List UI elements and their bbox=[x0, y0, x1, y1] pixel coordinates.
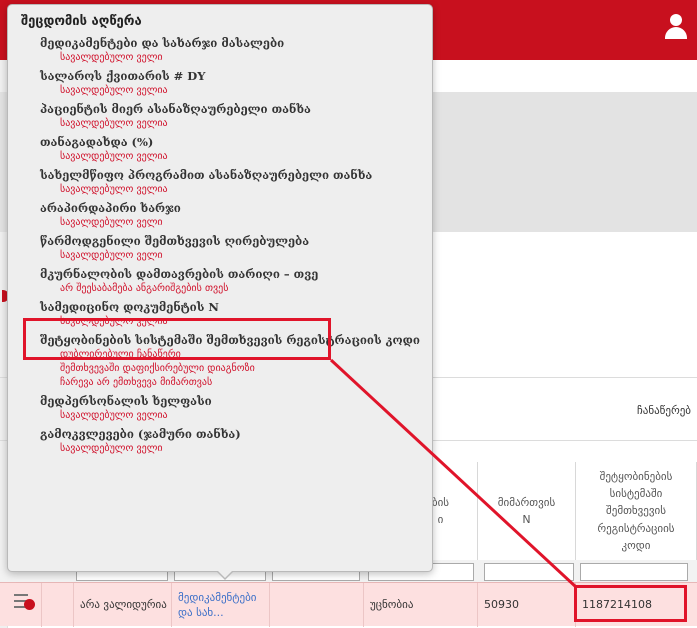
error-field-name: სახელმწიფო პროგრამით ასანაზღაურებელი თან… bbox=[40, 168, 373, 182]
status-cell: არა ვალიდურია bbox=[74, 583, 172, 627]
error-message: სავალდებულო ველი bbox=[60, 250, 163, 261]
error-list-icon[interactable] bbox=[14, 593, 36, 611]
row-actions-cell bbox=[0, 583, 42, 627]
error-item: სახელმწიფო პროგრამით ასანაზღაურებელი თან… bbox=[8, 164, 432, 197]
error-message: ჩარევა არ ემთხვევა მიმართვას bbox=[60, 377, 213, 388]
error-item: მედიკამენტები და სახარჯი მასალები სავალდე… bbox=[8, 32, 432, 65]
error-item: თანაგადახდა (%) სავალდებულო ველია bbox=[8, 131, 432, 164]
error-field-name: სამედიცინო დოკუმენტის N bbox=[40, 300, 219, 314]
medication-cell: მედიკამენტები და სახ... bbox=[172, 583, 270, 627]
error-field-name: გამოკვლევები (ჯამური თანხა) bbox=[40, 427, 241, 441]
header-label: შეტყობინების სისტემაში შემთხვევის რეგისტ… bbox=[597, 470, 675, 552]
error-field-name: პაციენტის მიერ ასანაზღაურებელი თანხა bbox=[40, 102, 311, 116]
highlight-box-reg-code bbox=[574, 585, 687, 622]
error-item: გამოკვლევები (ჯამური თანხა) სავალდებულო ვ… bbox=[8, 423, 432, 456]
error-message: არ შეესაბამება ანგარიშგების თვეს bbox=[60, 283, 229, 294]
error-field-name: წარმოდგენილი შემთხვევის ღირებულება bbox=[40, 234, 310, 248]
error-description-popover: შეცდომის აღწერა მედიკამენტები და სახარჯი… bbox=[7, 4, 433, 580]
error-message: სავალდებულო ველი bbox=[60, 443, 163, 454]
error-item: მედპერსონალის ხელფასი სავალდებულო ველია bbox=[8, 390, 432, 423]
error-message: სავალდებულო ველია bbox=[60, 410, 168, 421]
table-header-reg-code[interactable]: შეტყობინების სისტემაში შემთხვევის რეგისტ… bbox=[576, 462, 697, 560]
popover-arrow bbox=[216, 570, 234, 580]
records-label: ჩანაწერებ bbox=[637, 404, 691, 417]
error-list: მედიკამენტები და სახარჯი მასალები სავალდე… bbox=[8, 32, 432, 456]
error-message: შემთხვევაში დაფიქსირებული დიაგნოზი bbox=[60, 363, 255, 374]
error-message: სავალდებულო ველია bbox=[60, 85, 168, 96]
popover-title: შეცდომის აღწერა bbox=[21, 14, 142, 29]
error-item: მკურნალობის დამთავრების თარიღი – თვე არ შ… bbox=[8, 263, 432, 296]
highlight-box-error-item bbox=[23, 318, 331, 360]
filter-input[interactable] bbox=[484, 563, 574, 581]
error-field-name: სალაროს ქვითარის # DY bbox=[40, 69, 206, 83]
filter-input[interactable] bbox=[580, 563, 688, 581]
empty-cell bbox=[270, 583, 364, 627]
error-item: არაპირდაპირი ხარჯი სავალდებულო ველი bbox=[8, 197, 432, 230]
error-item: წარმოდგენილი შემთხვევის ღირებულება სავალდ… bbox=[8, 230, 432, 263]
error-message: სავალდებულო ველი bbox=[60, 52, 163, 63]
error-field-name: თანაგადახდა (%) bbox=[40, 135, 154, 149]
medication-link[interactable]: მედიკამენტები და სახ... bbox=[178, 590, 269, 621]
referral-number-cell: 50930 bbox=[478, 583, 576, 627]
error-message: სავალდებულო ველია bbox=[60, 184, 168, 195]
error-field-name: არაპირდაპირი ხარჯი bbox=[40, 201, 181, 215]
error-message: სავალდებულო ველია bbox=[60, 151, 168, 162]
error-message: სავალდებულო ველია bbox=[60, 118, 168, 129]
error-field-name: მედიკამენტები და სახარჯი მასალები bbox=[40, 36, 285, 50]
error-item: პაციენტის მიერ ასანაზღაურებელი თანხა სავა… bbox=[8, 98, 432, 131]
error-field-name: მკურნალობის დამთავრების თარიღი – თვე bbox=[40, 267, 319, 281]
table-header-referral[interactable]: მიმართვის N bbox=[478, 462, 576, 560]
row-block-cell bbox=[42, 583, 74, 627]
header-label: მიმართვის N bbox=[497, 495, 556, 526]
user-icon[interactable] bbox=[663, 14, 689, 40]
error-item: სალაროს ქვითარის # DY სავალდებულო ველია bbox=[8, 65, 432, 98]
unknown-cell: უცნობია bbox=[364, 583, 478, 627]
error-message: სავალდებულო ველი bbox=[60, 217, 163, 228]
error-field-name: მედპერსონალის ხელფასი bbox=[40, 394, 212, 408]
